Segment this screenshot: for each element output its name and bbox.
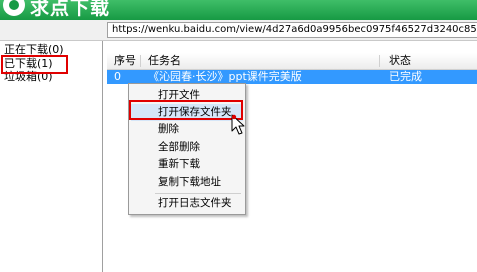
menu-item-open-file[interactable]: 打开文件 — [131, 87, 243, 104]
menu-item-label: 删除 — [158, 123, 179, 135]
row-status: 已完成 — [389, 70, 422, 83]
toolbar: https://wenku.baidu.com/view/4d27a6d0a99… — [0, 20, 477, 41]
column-header-name[interactable]: 任务名 — [148, 53, 181, 69]
menu-item-delete[interactable]: 删除 — [131, 121, 243, 138]
app-logo-icon — [3, 0, 25, 16]
table-row[interactable]: 0 《沁园春·长沙》ppt课件完美版 已完成 — [107, 70, 477, 84]
sidebar: 正在下载(0) 已下载(1) 垃圾箱(0) — [0, 41, 103, 272]
menu-item-label: 重新下载 — [158, 158, 200, 170]
column-header-index[interactable]: 序号 — [114, 53, 136, 69]
menu-item-delete-all[interactable]: 全部删除 — [131, 139, 243, 156]
mouse-cursor-icon — [231, 114, 245, 135]
column-divider — [379, 55, 380, 67]
row-task-name: 《沁园春·长沙》ppt课件完美版 — [148, 70, 302, 83]
menu-separator — [155, 193, 241, 194]
menu-item-open-folder[interactable]: 打开保存文件夹 — [131, 104, 243, 121]
url-input[interactable]: https://wenku.baidu.com/view/4d27a6d0a99… — [107, 22, 477, 38]
context-menu: 打开文件 打开保存文件夹 删除 全部删除 重新下载 复制下载地址 打开日志文件夹 — [128, 83, 246, 215]
menu-item-open-log-folder[interactable]: 打开日志文件夹 — [131, 195, 243, 212]
table-header: 序号 任务名 状态 — [107, 53, 477, 70]
menu-item-label: 打开保存文件夹 — [158, 106, 232, 118]
sidebar-item-trash[interactable]: 垃圾箱(0) — [4, 70, 53, 83]
app-title: 求点下载 — [30, 0, 111, 19]
menu-item-copy-url[interactable]: 复制下载地址 — [131, 174, 243, 191]
app-header: 求点下载 — [0, 0, 477, 20]
sidebar-item-downloading[interactable]: 正在下载(0) — [4, 43, 64, 56]
menu-item-redownload[interactable]: 重新下载 — [131, 156, 243, 173]
row-index: 0 — [114, 70, 121, 83]
column-divider — [140, 55, 141, 67]
column-header-status[interactable]: 状态 — [389, 53, 411, 69]
menu-item-label: 打开文件 — [158, 89, 200, 101]
menu-item-label: 复制下载地址 — [158, 176, 221, 188]
menu-item-label: 打开日志文件夹 — [158, 197, 232, 209]
menu-item-label: 全部删除 — [158, 141, 200, 153]
sidebar-item-downloaded[interactable]: 已下载(1) — [1, 57, 56, 70]
